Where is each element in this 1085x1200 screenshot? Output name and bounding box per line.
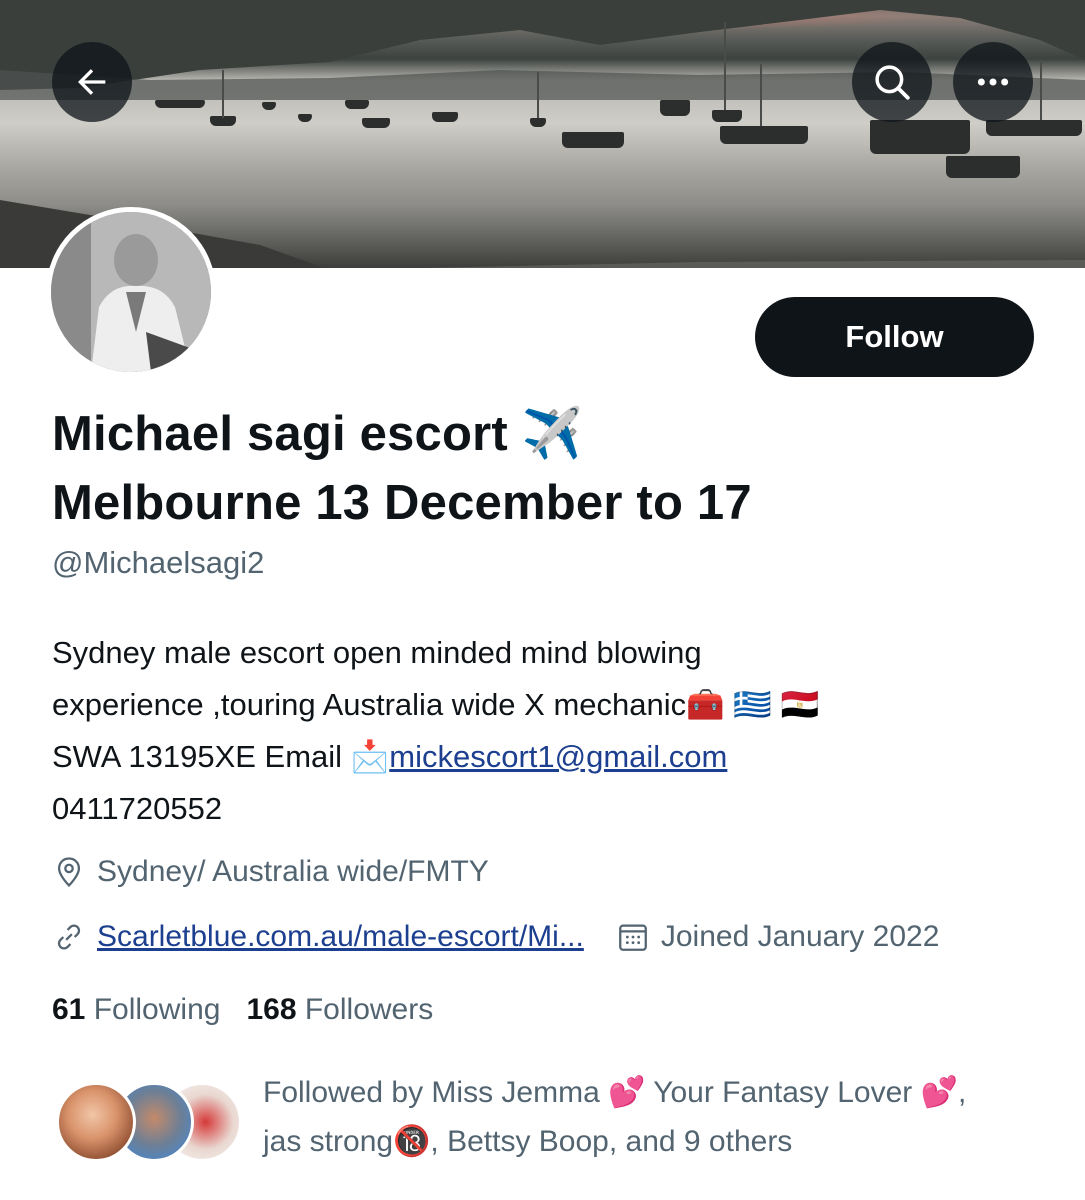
boat: [362, 118, 390, 128]
username-handle: @Michaelsagi2: [52, 545, 265, 580]
avatar-figure: [51, 212, 211, 372]
more-button[interactable]: [953, 42, 1033, 122]
boat: [870, 120, 970, 154]
boat-mast: [724, 22, 726, 110]
boat: [946, 156, 1020, 178]
boat: [298, 114, 312, 122]
followers-count: 168: [246, 993, 297, 1026]
boat-mast: [222, 70, 224, 118]
boat: [562, 132, 624, 148]
link-icon: [52, 920, 86, 954]
following-count: 61: [52, 993, 86, 1026]
boat: [986, 120, 1082, 136]
bio-text: SWA 13195XE Email 📩: [52, 739, 390, 774]
avatar: [56, 1082, 136, 1162]
display-name: Michael sagi escort ✈️ Melbourne 13 Dece…: [52, 400, 1032, 538]
followed-by-line: jas strong🔞, Bettsy Boop, and 9 others: [263, 1125, 793, 1158]
avatar-photo: [51, 212, 211, 372]
mutual-followers-avatars[interactable]: [56, 1082, 246, 1162]
display-name-line2: Melbourne 13 December to 17: [52, 476, 752, 530]
followers-stat[interactable]: 168 Followers: [246, 993, 433, 1027]
boat: [712, 110, 742, 122]
boat: [660, 100, 690, 116]
bio-line: SWA 13195XE Email 📩mickescort1@gmail.com: [52, 731, 1042, 783]
follow-button[interactable]: Follow: [755, 297, 1034, 377]
boat-mast: [537, 72, 539, 118]
location-row: Sydney/ Australia wide/FMTY: [52, 855, 489, 889]
url-row: Scarletblue.com.au/male-escort/Mi... Joi…: [52, 920, 939, 954]
followers-label: Followers: [304, 993, 434, 1026]
boat-mast: [760, 64, 762, 126]
follow-stats: 61 Following 168 Followers: [52, 993, 459, 1027]
boat: [262, 102, 276, 110]
display-name-line1: Michael sagi escort ✈️: [52, 407, 583, 461]
boat: [530, 118, 546, 127]
boat: [720, 126, 808, 144]
bio-line: Sydney male escort open minded mind blow…: [52, 635, 702, 670]
email-link[interactable]: mickescort1@gmail.com: [389, 739, 727, 774]
followed-by-line: Followed by Miss Jemma 💕 Your Fantasy Lo…: [263, 1076, 967, 1109]
boat: [432, 112, 458, 122]
location-pin-icon: [52, 855, 86, 889]
calendar-icon: [616, 920, 650, 954]
profile-avatar[interactable]: [46, 207, 216, 377]
back-button[interactable]: [52, 42, 132, 122]
search-button[interactable]: [852, 42, 932, 122]
joined-date: Joined January 2022: [660, 920, 940, 953]
search-icon: [875, 65, 910, 100]
arrow-left-icon: [78, 69, 106, 95]
more-horizontal-icon: [977, 78, 1009, 86]
location-text: Sydney/ Australia wide/FMTY: [97, 855, 489, 888]
followed-by-text[interactable]: Followed by Miss Jemma 💕 Your Fantasy Lo…: [263, 1068, 1053, 1166]
website-link[interactable]: Scarletblue.com.au/male-escort/Mi...: [97, 920, 584, 954]
boat: [345, 100, 369, 109]
following-stat[interactable]: 61 Following: [52, 993, 220, 1027]
bio-line: experience ,touring Australia wide X mec…: [52, 687, 820, 722]
bio-line: 0411720552: [52, 791, 223, 826]
boat: [155, 100, 205, 108]
profile-bio: Sydney male escort open minded mind blow…: [52, 627, 1042, 835]
boat-mast: [1040, 60, 1042, 120]
following-label: Following: [93, 993, 221, 1026]
